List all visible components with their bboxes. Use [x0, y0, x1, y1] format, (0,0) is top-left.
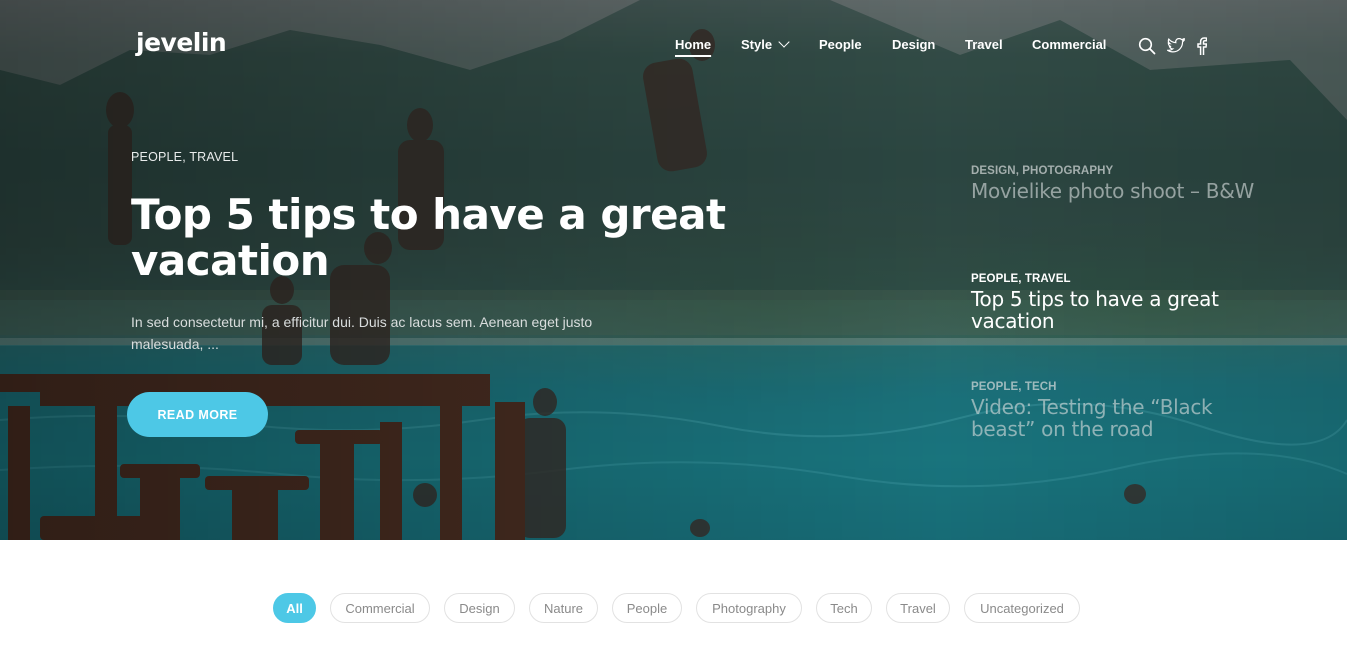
filter-chip-uncategorized[interactable]: Uncategorized [964, 593, 1080, 623]
facebook-icon[interactable] [1197, 37, 1207, 55]
filter-chip-design[interactable]: Design [444, 593, 515, 623]
filter-chip-people[interactable]: People [612, 593, 682, 623]
nav-item-design[interactable]: Design [892, 36, 935, 53]
nav-item-travel[interactable]: Travel [965, 36, 1003, 53]
nav-item-commercial[interactable]: Commercial [1032, 36, 1106, 53]
side-post-title: Video: Testing the “Black beast” on the … [971, 395, 1213, 441]
nav-item-style[interactable]: Style [741, 36, 790, 53]
hero-excerpt: In sed consectetur mi, a efficitur dui. … [131, 314, 593, 352]
hero-title[interactable]: Top 5 tips to have a great vacation [131, 192, 751, 284]
side-post-title: Top 5 tips to have a great vacation [971, 287, 1219, 333]
side-post-active[interactable]: PEOPLE, TRAVEL Top 5 tips to have a grea… [971, 272, 1271, 332]
nav-item-home[interactable]: Home [675, 36, 711, 53]
filter-chip-travel[interactable]: Travel [886, 593, 950, 623]
nav-item-people[interactable]: People [819, 36, 862, 53]
hero-categories[interactable]: PEOPLE, TRAVEL [131, 150, 238, 164]
side-post-categories: PEOPLE, TECH [971, 381, 1057, 393]
filter-chip-commercial[interactable]: Commercial [330, 593, 430, 623]
twitter-icon[interactable] [1167, 38, 1185, 54]
side-post-categories: PEOPLE, TRAVEL [971, 273, 1071, 285]
filter-chip-all[interactable]: All [273, 593, 316, 623]
side-post-title: Movielike photo shoot – B&W [971, 179, 1254, 203]
side-post-categories: DESIGN, PHOTOGRAPHY [971, 165, 1114, 177]
nav-item-style-label: Style [741, 37, 773, 52]
side-post[interactable]: DESIGN, PHOTOGRAPHY Movielike photo shoo… [971, 164, 1271, 202]
search-icon[interactable] [1138, 37, 1156, 55]
category-filter-bar: All Commercial Design Nature People Phot… [0, 593, 1347, 625]
side-post[interactable]: PEOPLE, TECH Video: Testing the “Black b… [971, 380, 1271, 440]
filter-chip-nature[interactable]: Nature [529, 593, 598, 623]
filter-chip-photography[interactable]: Photography [696, 593, 802, 623]
read-more-button[interactable]: READ MORE [127, 392, 268, 437]
filter-chip-tech[interactable]: Tech [816, 593, 872, 623]
chevron-down-icon [778, 36, 790, 48]
